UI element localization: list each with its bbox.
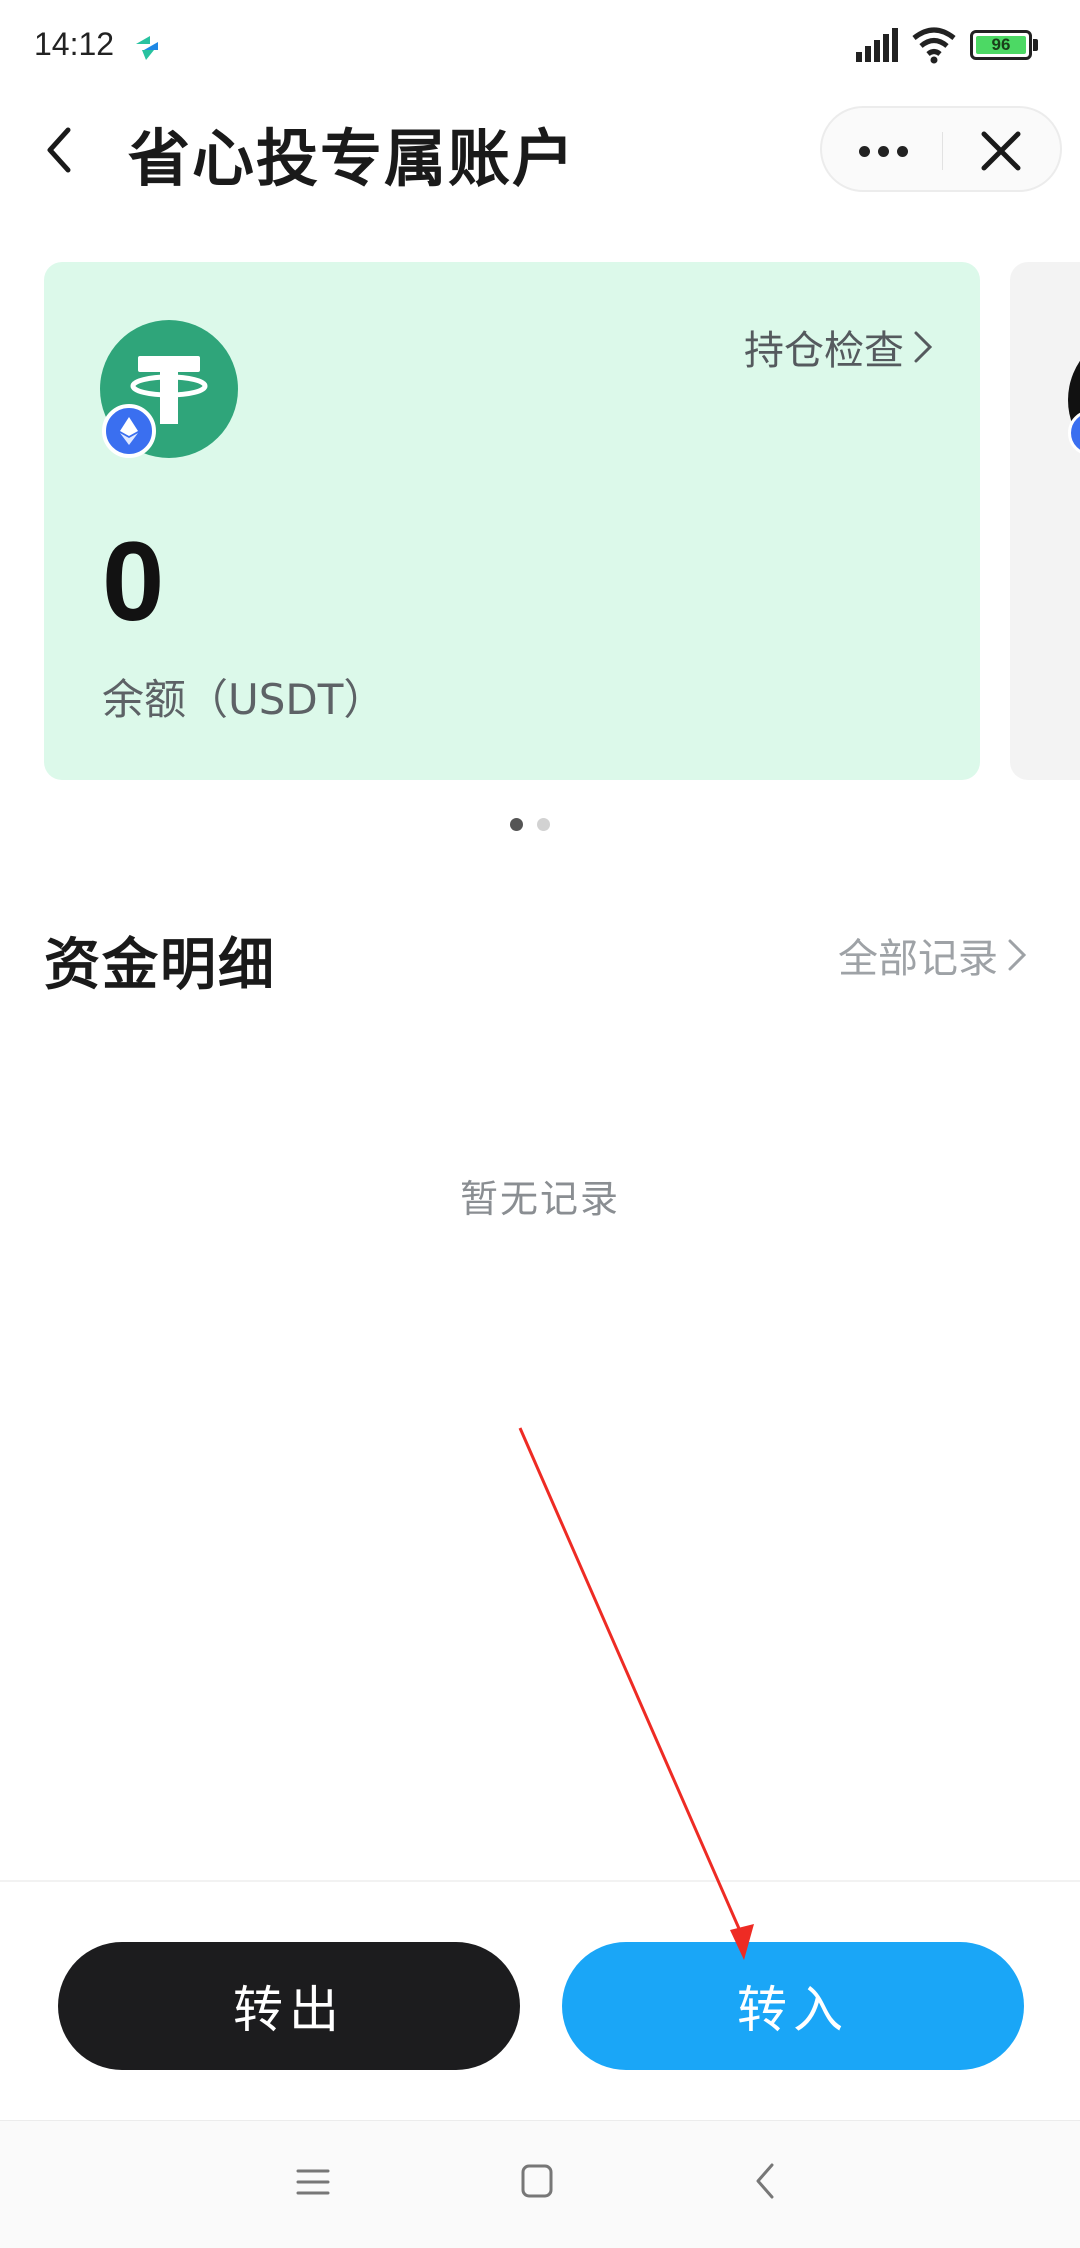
back-icon[interactable] — [752, 2161, 778, 2201]
holdings-check-link[interactable]: 持仓检查 — [744, 318, 934, 376]
battery-icon: 96 — [970, 30, 1038, 60]
back-arrow-icon[interactable] — [36, 118, 86, 182]
battery-level: 96 — [976, 35, 1026, 54]
status-bar: 14:12 96 — [0, 0, 1080, 90]
all-records-link[interactable]: 全部记录 — [838, 926, 1028, 984]
more-icon[interactable] — [850, 126, 916, 176]
more-dot — [858, 145, 870, 157]
empty-records-text: 暂无记录 — [459, 1177, 620, 1221]
menu-icon[interactable] — [296, 2165, 330, 2199]
more-dot — [896, 145, 908, 157]
action-bar: 转出 转入 — [0, 1880, 1080, 2120]
status-time: 14:12 — [34, 26, 115, 62]
page-title: 省心投专属账户 — [128, 122, 577, 195]
app-notification-icon — [136, 36, 158, 60]
signal-icon — [856, 28, 898, 62]
close-icon[interactable] — [972, 122, 1030, 180]
chevron-right-icon — [914, 331, 933, 363]
more-dot — [877, 145, 889, 157]
all-records-label: 全部记录 — [838, 936, 998, 982]
wifi-icon — [912, 27, 956, 64]
fund-details-title: 资金明细 — [44, 933, 276, 998]
next-account-card[interactable] — [1010, 262, 1080, 780]
system-nav-bar — [0, 2120, 1080, 2248]
battery-body: 96 — [970, 30, 1032, 60]
home-icon[interactable] — [520, 2163, 554, 2199]
usdt-account-card[interactable]: 持仓检查 0 余额（USDT） — [44, 262, 980, 780]
battery-tip — [1033, 39, 1038, 51]
pager-dot-active — [510, 818, 523, 831]
pager-dot-inactive — [537, 818, 550, 831]
capsule-divider — [942, 132, 943, 170]
transfer-in-button[interactable]: 转入 — [562, 1942, 1024, 2070]
balance-label: 余额（USDT） — [102, 675, 386, 724]
holdings-check-label: 持仓检查 — [744, 328, 904, 374]
balance-value: 0 — [102, 519, 165, 644]
chevron-right-icon — [1008, 939, 1027, 971]
transfer-out-button[interactable]: 转出 — [58, 1942, 520, 2070]
card-pager — [510, 818, 550, 831]
ethereum-icon — [102, 404, 156, 458]
mini-program-capsule — [820, 106, 1062, 192]
